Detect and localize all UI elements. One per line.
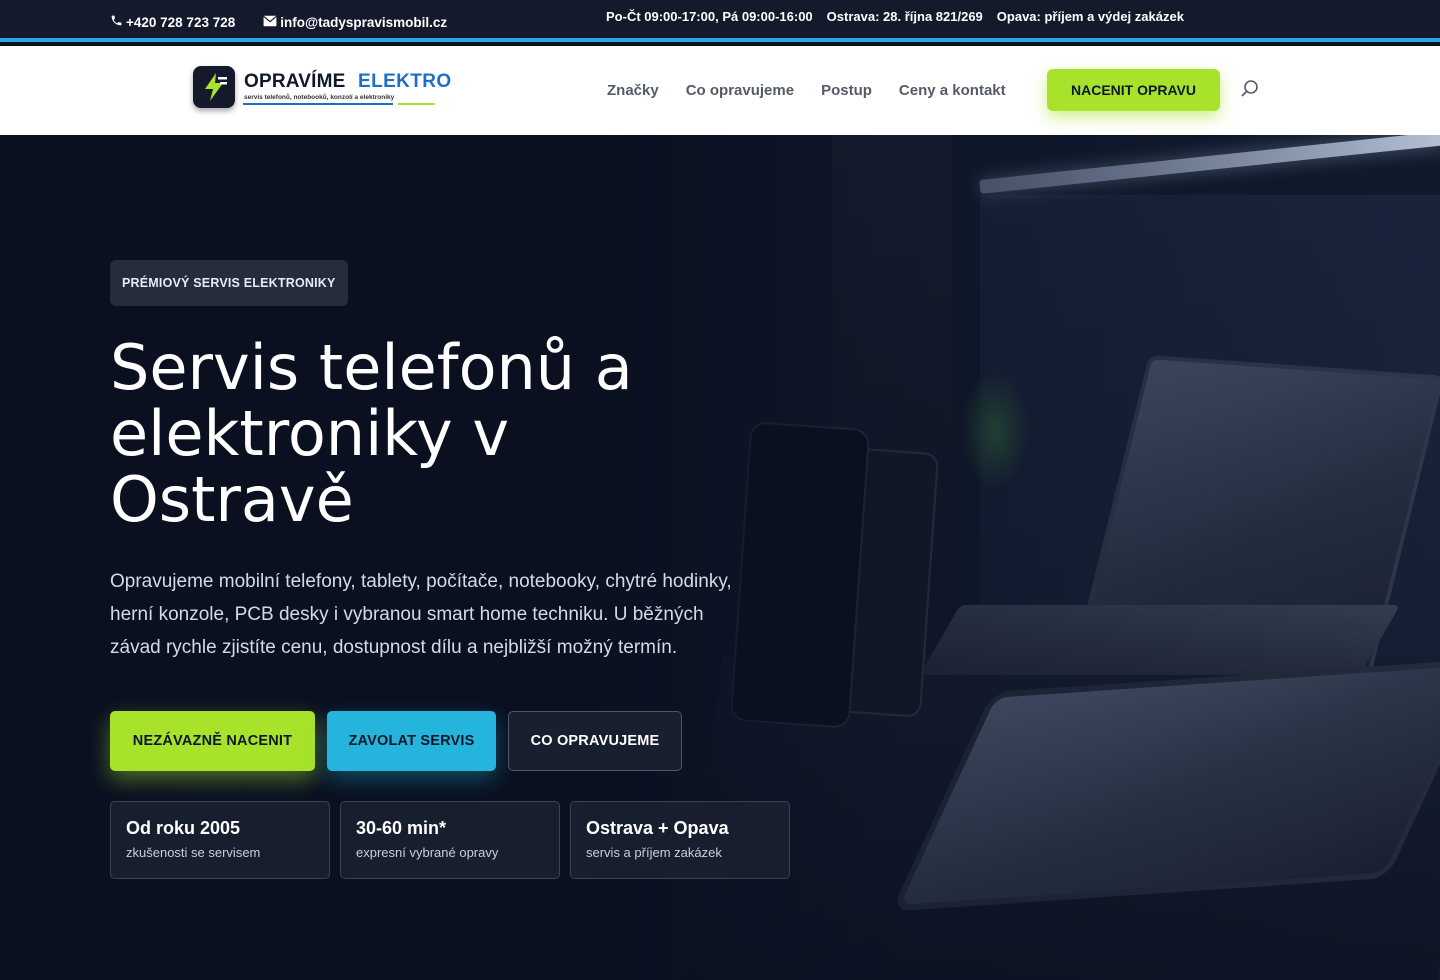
envelope-icon: [263, 15, 278, 30]
nav-item-znacky[interactable]: Značky: [607, 82, 659, 99]
stat-subtitle: zkušenosti se servisem: [126, 845, 261, 860]
co-opravujeme-button[interactable]: CO OPRAVUJEME: [508, 711, 682, 771]
phone-link[interactable]: +420 728 723 728: [110, 14, 235, 30]
site-logo[interactable]: OPRAVÍME ELEKTRO servis telefonů, notebo…: [193, 66, 453, 114]
stat-card-locations: Ostrava + Opava servis a příjem zakázek: [570, 801, 790, 879]
zavolat-servis-button[interactable]: ZAVOLAT SERVIS: [327, 711, 496, 771]
hero-description: Opravujeme mobilní telefony, tablety, po…: [110, 571, 732, 658]
stat-title: Od roku 2005: [126, 818, 241, 838]
opening-info: Po-Čt 09:00-17:00, Pá 09:00-16:00 Ostrav…: [606, 9, 1184, 24]
logo-tagline: servis telefonů, notebooků, konzolí a el…: [244, 94, 395, 101]
search-icon[interactable]: [1240, 79, 1260, 99]
hero-title: Servis telefonů a elektroniky v Ostravě: [110, 331, 633, 536]
opening-hours: Po-Čt 09:00-17:00, Pá 09:00-16:00: [606, 9, 813, 24]
nav-item-co-opravujeme[interactable]: Co opravujeme: [686, 82, 794, 99]
logo-underline-green: [398, 103, 435, 105]
contact-links: +420 728 723 728 info@tadyspravismobil.c…: [110, 14, 447, 30]
logo-word-elektro: ELEKTRO: [358, 71, 452, 92]
email-link[interactable]: info@tadyspravismobil.cz: [263, 14, 447, 30]
stat-title: Ostrava + Opava: [586, 818, 729, 838]
address-opava: Opava: příjem a výdej zakázek: [996, 9, 1184, 24]
phone-icon: [110, 14, 123, 30]
nav-item-ceny-a-kontakt[interactable]: Ceny a kontakt: [899, 82, 1006, 99]
logo-underline-blue: [243, 103, 393, 105]
nezavazne-nacenit-button[interactable]: NEZÁVAZNĚ NACENIT: [110, 711, 315, 771]
hero-badge: PRÉMIOVÝ SERVIS ELEKTRONIKY: [110, 260, 348, 306]
stat-subtitle: servis a příjem zakázek: [586, 845, 722, 860]
nacenit-opravu-button[interactable]: NACENIT OPRAVU: [1047, 69, 1220, 111]
hero-section: PRÉMIOVÝ SERVIS ELEKTRONIKY Servis telef…: [0, 135, 1440, 980]
stat-card-express: 30-60 min* expresní vybrané opravy: [340, 801, 560, 879]
main-nav: Značky Co opravujeme Postup Ceny a konta…: [607, 82, 1006, 99]
stat-card-since: Od roku 2005 zkušenosti se servisem: [110, 801, 330, 879]
lightning-logo-icon: [193, 66, 235, 108]
logo-word-opravime: OPRAVÍME: [244, 71, 346, 92]
stat-subtitle: expresní vybrané opravy: [356, 845, 499, 860]
email-address: info@tadyspravismobil.cz: [280, 14, 448, 30]
top-info-bar: +420 728 723 728 info@tadyspravismobil.c…: [0, 0, 1440, 42]
site-header: OPRAVÍME ELEKTRO servis telefonů, notebo…: [0, 46, 1440, 135]
phone-number: +420 728 723 728: [126, 14, 236, 30]
nav-item-postup[interactable]: Postup: [821, 82, 872, 99]
address-ostrava: Ostrava: 28. října 821/269: [826, 9, 983, 24]
stat-title: 30-60 min*: [356, 818, 447, 838]
